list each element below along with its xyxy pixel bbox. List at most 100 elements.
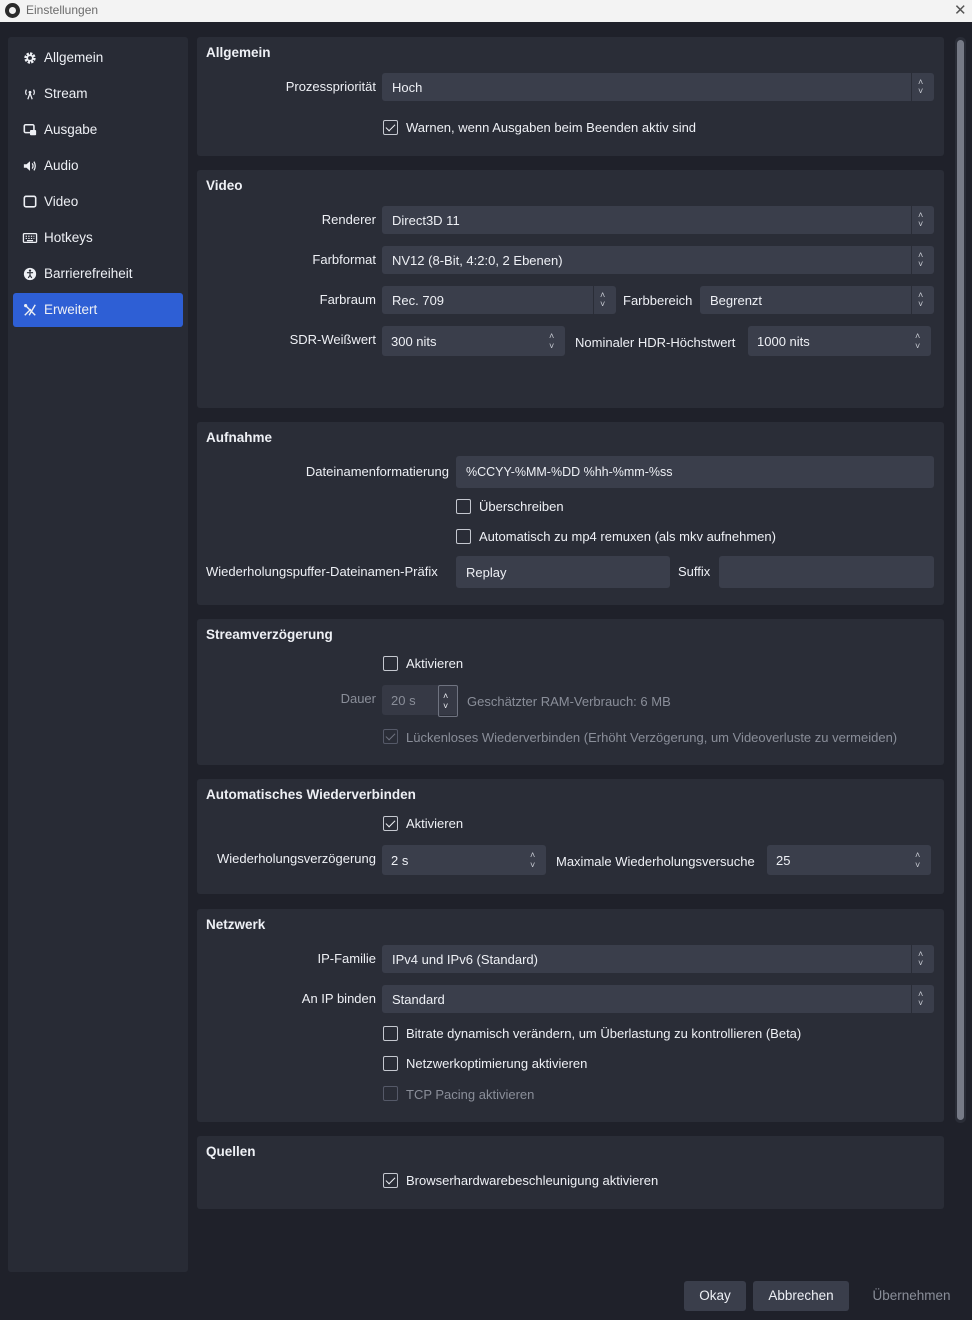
sidebar-item-audio[interactable]: Audio — [13, 149, 183, 183]
tools-icon — [24, 304, 36, 316]
preserve-reconnect-checkbox[interactable] — [383, 729, 398, 744]
sidebar-item-erweitert[interactable]: Erweitert — [13, 293, 183, 327]
duration-spinbox[interactable]: 20 s ˄ ˅ — [382, 685, 458, 717]
sidebar-item-label: Ausgabe — [44, 122, 98, 137]
hdr-peak-label: Nominaler HDR-Höchstwert — [575, 335, 736, 350]
accessibility-icon — [23, 267, 37, 281]
color-range-label: Farbbereich — [623, 293, 693, 308]
scrollbar-thumb[interactable] — [957, 40, 964, 1120]
overwrite-label: Überschreiben — [479, 499, 564, 514]
sdr-white-label: SDR-Weißwert — [289, 332, 376, 347]
dynamic-bitrate-label: Bitrate dynamisch verändern, um Überlast… — [406, 1026, 802, 1041]
suffix-input[interactable] — [719, 556, 934, 588]
antenna-icon — [25, 89, 35, 100]
sidebar-item-allgemein[interactable]: Allgemein — [13, 41, 183, 75]
retry-delay-spinbox[interactable]: 2 s ˄ ˅ — [382, 845, 546, 875]
sidebar-item-label: Stream — [44, 86, 88, 101]
reconnect-enable-label: Aktivieren — [406, 816, 464, 831]
section-title: Streamverzögerung — [206, 627, 333, 642]
network-optimization-checkbox[interactable] — [383, 1056, 398, 1071]
replay-prefix-label: Wiederholungspuffer-Dateinamen-Präfix — [206, 564, 438, 579]
renderer-select[interactable]: Direct3D 11 ˄ ˅ — [382, 206, 934, 234]
ip-family-select[interactable]: IPv4 und IPv6 (Standard) ˄ ˅ — [382, 945, 934, 973]
section-title: Aufnahme — [206, 430, 273, 445]
close-icon[interactable]: ✕ — [954, 1, 967, 19]
sidebar-item-label: Barrierefreiheit — [44, 266, 133, 281]
section-title: Video — [206, 178, 243, 193]
cancel-button[interactable]: Abbrechen — [753, 1281, 849, 1311]
section-title: Quellen — [206, 1144, 256, 1159]
warn-on-exit-checkbox[interactable] — [383, 120, 398, 135]
section-title: Allgemein — [206, 45, 271, 60]
process-priority-select[interactable]: Hoch ˄ ˅ — [382, 73, 934, 101]
color-format-label: Farbformat — [312, 252, 376, 267]
bind-ip-label: An IP binden — [301, 991, 376, 1006]
preserve-reconnect-label: Lückenloses Wiederverbinden (Erhöht Verz… — [406, 730, 898, 745]
monitor-icon — [23, 195, 37, 208]
filename-format-label: Dateinamenformatierung — [305, 464, 449, 479]
max-retries-spinbox[interactable]: 25 ˄ ˅ — [767, 845, 931, 875]
ram-estimate-text: Geschätzter RAM-Verbrauch: 6 MB — [467, 694, 671, 709]
stream-delay-enable-checkbox[interactable] — [383, 656, 398, 671]
retry-delay-label: Wiederholungsverzögerung — [217, 851, 376, 866]
sdr-white-spinbox[interactable]: 300 nits ˄ ˅ — [382, 326, 565, 356]
section-title: Netzwerk — [206, 917, 266, 932]
sidebar-item-label: Video — [44, 194, 79, 209]
select-arrows-icon: ˄ ˅ — [911, 286, 934, 314]
select-arrows-icon: ˄ ˅ — [911, 206, 934, 234]
tcp-pacing-label: TCP Pacing aktivieren — [406, 1087, 535, 1102]
spin-arrows-icon[interactable]: ˄ ˅ — [438, 685, 458, 717]
speaker-icon — [23, 161, 36, 171]
replay-prefix-input[interactable]: Replay — [456, 556, 670, 588]
duration-label: Dauer — [340, 691, 376, 706]
ip-family-label: IP-Familie — [317, 951, 376, 966]
max-retries-label: Maximale Wiederholungsversuche — [556, 854, 755, 869]
output-icon — [23, 123, 37, 136]
overwrite-checkbox[interactable] — [456, 499, 471, 514]
sidebar-item-label: Allgemein — [44, 50, 104, 65]
keyboard-icon — [22, 232, 38, 244]
spin-arrows-icon[interactable]: ˄ ˅ — [909, 845, 931, 875]
app-logo-icon — [5, 3, 20, 18]
sidebar-item-stream[interactable]: Stream — [13, 77, 183, 111]
reconnect-enable-checkbox[interactable] — [383, 816, 398, 831]
sidebar-item-video[interactable]: Video — [13, 185, 183, 219]
sidebar-item-ausgabe[interactable]: Ausgabe — [13, 113, 183, 147]
sidebar-item-hotkeys[interactable]: Hotkeys — [13, 221, 183, 255]
auto-remux-label: Automatisch zu mp4 remuxen (als mkv aufn… — [479, 529, 776, 544]
window-title: Einstellungen — [26, 3, 99, 17]
tcp-pacing-checkbox[interactable] — [383, 1086, 398, 1101]
warn-on-exit-label: Warnen, wenn Ausgaben beim Beenden aktiv… — [406, 120, 697, 135]
spin-arrows-icon[interactable]: ˄ ˅ — [543, 326, 565, 356]
auto-remux-checkbox[interactable] — [456, 529, 471, 544]
color-range-select[interactable]: Begrenzt ˄ ˅ — [700, 286, 934, 314]
title-bar: Einstellungen ✕ — [0, 0, 972, 22]
gear-icon — [24, 52, 36, 64]
browser-hw-accel-label: Browserhardwarebeschleunigung aktivieren — [406, 1173, 659, 1188]
spin-arrows-icon[interactable]: ˄ ˅ — [909, 326, 931, 356]
filename-format-input[interactable]: %CCYY-%MM-%DD %hh-%mm-%ss — [456, 456, 934, 488]
bind-ip-select[interactable]: Standard ˄ ˅ — [382, 985, 934, 1013]
sidebar-item-barrierefreiheit[interactable]: Barrierefreiheit — [13, 257, 183, 291]
sidebar-item-label: Erweitert — [44, 302, 98, 317]
process-priority-label: Prozesspriorität — [285, 79, 376, 94]
apply-button[interactable]: Übernehmen — [858, 1281, 965, 1311]
spin-arrows-icon[interactable]: ˄ ˅ — [524, 845, 546, 875]
color-space-select[interactable]: Rec. 709 ˄ ˅ — [382, 286, 616, 314]
renderer-label: Renderer — [321, 212, 376, 227]
dynamic-bitrate-checkbox[interactable] — [383, 1026, 398, 1041]
sidebar-item-label: Audio — [44, 158, 79, 173]
select-arrows-icon: ˄ ˅ — [911, 73, 934, 101]
select-arrows-icon: ˄ ˅ — [593, 286, 616, 314]
ok-button[interactable]: Okay — [684, 1281, 746, 1311]
section-title: Automatisches Wiederverbinden — [206, 787, 416, 802]
select-arrows-icon: ˄ ˅ — [911, 945, 934, 973]
suffix-label: Suffix — [678, 564, 711, 579]
color-space-label: Farbraum — [319, 292, 376, 307]
sidebar-item-label: Hotkeys — [44, 230, 93, 245]
color-format-select[interactable]: NV12 (8-Bit, 4:2:0, 2 Ebenen) ˄ ˅ — [382, 246, 934, 274]
browser-hw-accel-checkbox[interactable] — [383, 1173, 398, 1188]
hdr-peak-spinbox[interactable]: 1000 nits ˄ ˅ — [748, 326, 931, 356]
network-optimization-label: Netzwerkoptimierung aktivieren — [406, 1056, 588, 1071]
select-arrows-icon: ˄ ˅ — [911, 985, 934, 1013]
